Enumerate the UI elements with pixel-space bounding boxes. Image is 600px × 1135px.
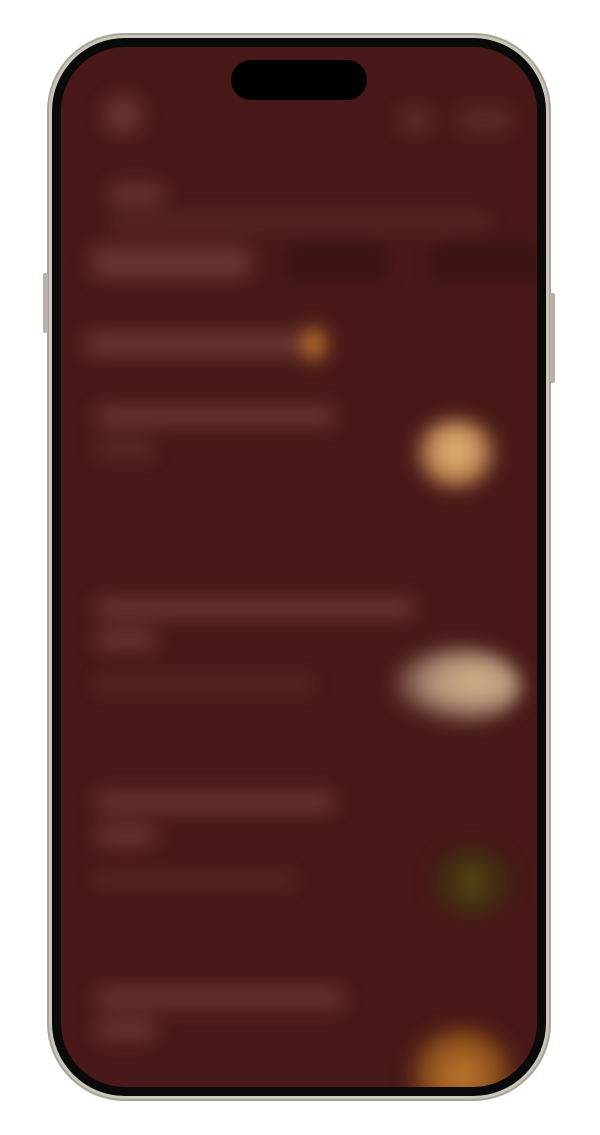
- item-price: [95, 629, 157, 651]
- item-description: [95, 677, 315, 691]
- item-price: [95, 825, 157, 847]
- back-icon[interactable]: [103, 95, 143, 135]
- dynamic-island: [231, 60, 367, 100]
- app-screen: [61, 47, 537, 1087]
- tab-2[interactable]: [287, 245, 387, 279]
- item-image[interactable]: [407, 1027, 517, 1087]
- power-button: [550, 293, 555, 383]
- item-price: [95, 439, 155, 459]
- share-icon[interactable]: [459, 107, 511, 133]
- volume-button: [43, 273, 48, 333]
- item-name: [95, 597, 415, 619]
- item-image[interactable]: [391, 647, 521, 725]
- restaurant-title: [109, 183, 165, 205]
- item-name: [95, 791, 335, 813]
- search-icon[interactable]: [399, 107, 433, 133]
- item-name: [95, 987, 345, 1009]
- blurred-content: [61, 47, 537, 1087]
- restaurant-subtitle: [109, 215, 489, 229]
- item-price: [95, 1019, 157, 1041]
- item-image[interactable]: [429, 847, 515, 917]
- item-name: [95, 405, 335, 427]
- phone-frame: [43, 33, 555, 1101]
- phone-bezel: [52, 38, 546, 1096]
- section-heading: [85, 331, 309, 357]
- tab-3[interactable]: [433, 245, 537, 279]
- item-description: [95, 873, 295, 887]
- tab-active[interactable]: [91, 245, 251, 279]
- flame-icon: [301, 327, 327, 361]
- item-image[interactable]: [413, 419, 499, 491]
